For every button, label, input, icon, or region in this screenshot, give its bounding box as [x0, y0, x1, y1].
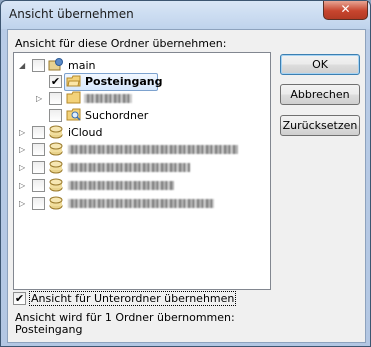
tree-node-icloud[interactable]: ▷ iCloud [14, 125, 264, 141]
apply-to-subfolders-label[interactable]: Ansicht für Unterordner übernehmen [29, 291, 237, 306]
redacted-name [68, 181, 174, 190]
checkbox-main[interactable] [32, 59, 45, 72]
folder-icon [66, 91, 81, 104]
checkbox-icloud[interactable] [32, 126, 45, 139]
expand-arrow-icon[interactable]: ▷ [19, 129, 26, 137]
data-file-icon [49, 196, 63, 210]
tree-node-main[interactable]: ◢ main [14, 58, 264, 74]
redacted-name [68, 199, 214, 208]
redacted-name [84, 94, 132, 103]
data-file-icon [49, 160, 63, 174]
redacted-name [68, 163, 190, 172]
inbox-folder-icon [66, 75, 81, 87]
window-title: Ansicht übernehmen [9, 7, 134, 21]
reset-button[interactable]: Zurücksetzen [280, 115, 360, 136]
expand-arrow-icon[interactable]: ▷ [36, 95, 43, 103]
apply-to-subfolders-checkbox[interactable]: ✔ [13, 292, 26, 305]
data-file-icon [49, 178, 63, 192]
checkbox-posteingang[interactable]: ✔ [49, 75, 62, 88]
tree-label-main: main [68, 59, 96, 72]
tree-node-posteingang[interactable]: ✔ Posteingang [14, 73, 264, 91]
expand-arrow-icon[interactable]: ▷ [19, 182, 26, 190]
tree-label-posteingang: Posteingang [85, 75, 163, 88]
data-file-icon [49, 142, 63, 156]
checkbox-redacted[interactable] [32, 143, 45, 156]
redacted-name [68, 145, 238, 154]
expand-arrow-icon[interactable]: ▷ [19, 200, 26, 208]
tree-label-suchordner: Suchordner [85, 109, 149, 122]
dialog-client-area: Ansicht für diese Ordner übernehmen: ◢ m… [7, 29, 366, 343]
checkbox-redacted[interactable] [32, 161, 45, 174]
expand-arrow-icon[interactable]: ▷ [19, 164, 26, 172]
close-button[interactable]: ✕ [323, 1, 368, 20]
account-folder-icon [48, 58, 63, 71]
checkbox-hidden-folder[interactable] [49, 92, 62, 105]
tree-node-hidden-folder[interactable]: ▷ [14, 91, 264, 107]
tree-node-redacted[interactable]: ▷ [14, 178, 264, 194]
tree-label-icloud: iCloud [68, 126, 103, 139]
checkbox-suchordner[interactable] [49, 109, 62, 122]
checkbox-redacted[interactable] [32, 197, 45, 210]
collapse-arrow-icon[interactable]: ◢ [19, 62, 26, 70]
summary-folder-name: Posteingang [15, 323, 83, 336]
tree-node-redacted[interactable]: ▷ [14, 142, 264, 158]
dialog-window: Ansicht übernehmen ✕ Ansicht für diese O… [0, 0, 371, 347]
data-file-icon [49, 125, 63, 139]
ok-button[interactable]: OK [280, 54, 360, 75]
tree-node-suchordner[interactable]: Suchordner [14, 108, 264, 124]
title-bar[interactable]: Ansicht übernehmen ✕ [1, 1, 370, 29]
search-folder-icon [66, 108, 81, 121]
tree-node-redacted[interactable]: ▷ [14, 160, 264, 176]
checkbox-redacted[interactable] [32, 179, 45, 192]
folder-list-label: Ansicht für diese Ordner übernehmen: [15, 37, 227, 50]
tree-node-redacted[interactable]: ▷ [14, 196, 264, 212]
folder-tree[interactable]: ◢ main ✔ Posteingang ▷ Suchordner ▷ iClo… [13, 52, 271, 290]
expand-arrow-icon[interactable]: ▷ [19, 146, 26, 154]
cancel-button[interactable]: Abbrechen [280, 84, 360, 105]
